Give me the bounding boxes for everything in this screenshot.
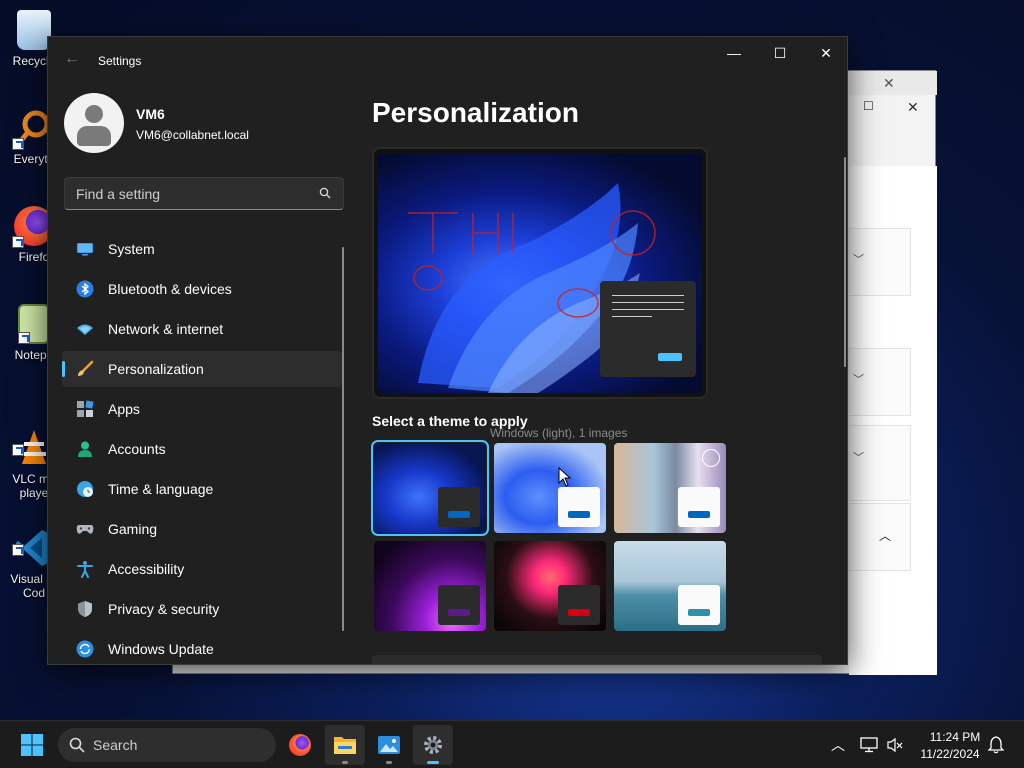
mouse-cursor-icon — [558, 467, 572, 487]
sidebar-item-accounts[interactable]: Accounts — [62, 431, 342, 467]
page-title: Personalization — [372, 97, 579, 128]
theme-tooltip: Windows (light), 1 images — [490, 426, 628, 440]
search-icon — [69, 737, 85, 753]
theme-tile-flow[interactable] — [614, 541, 726, 631]
gamepad-icon — [76, 525, 94, 534]
chevron-down-icon[interactable]: ﹀ — [853, 251, 864, 267]
theme-tile-windows-dark[interactable] — [371, 440, 489, 536]
photos-icon — [378, 736, 400, 754]
background-window-tab-close-icon[interactable]: ✕ — [883, 75, 895, 92]
more-settings-card[interactable] — [372, 655, 822, 664]
taskbar-photos[interactable] — [369, 725, 409, 765]
preview-window-mockup — [600, 281, 696, 377]
firefox-icon — [289, 734, 311, 756]
sidebar-item-gaming[interactable]: Gaming — [62, 511, 342, 547]
windows-start-icon[interactable] — [20, 733, 44, 757]
network-icon[interactable] — [860, 737, 878, 753]
chevron-up-icon[interactable]: ︿ — [879, 527, 891, 544]
sidebar-item-label: Time & language — [108, 481, 214, 497]
theme-preview — [372, 147, 708, 399]
sidebar-item-apps[interactable]: Apps — [62, 391, 342, 427]
shield-icon — [78, 601, 92, 617]
profile-name: VM6 — [136, 106, 165, 122]
bluetooth-icon — [76, 280, 94, 298]
recycle-bin-icon — [17, 10, 51, 50]
sidebar-scrollbar[interactable] — [342, 247, 344, 631]
sidebar-item-label: Privacy & security — [108, 601, 220, 617]
search-input[interactable]: Find a setting — [64, 177, 344, 210]
taskbar-settings[interactable] — [413, 725, 453, 765]
sidebar-item-label: Accessibility — [108, 561, 185, 577]
avatar[interactable] — [64, 93, 124, 153]
taskbar-firefox[interactable] — [280, 725, 320, 765]
maximize-button[interactable]: ☐ — [757, 37, 803, 69]
clock-time[interactable]: 11:24 PM — [928, 730, 982, 744]
sidebar-item-accessibility[interactable]: Accessibility — [62, 551, 342, 587]
app-title: Settings — [98, 54, 142, 68]
sidebar-nav: System Bluetooth & devices Network & int… — [62, 231, 342, 664]
close-button[interactable]: ✕ — [803, 37, 847, 69]
paintbrush-icon — [78, 360, 94, 376]
accounts-icon — [78, 441, 92, 457]
background-window-maximize-icon[interactable]: ☐ — [863, 99, 874, 113]
time-language-icon — [77, 481, 93, 497]
search-placeholder: Find a setting — [76, 186, 161, 202]
windows-update-icon — [76, 640, 94, 658]
back-arrow-icon[interactable]: ← — [64, 51, 80, 67]
slideshow-icon — [702, 449, 720, 467]
volume-muted-icon[interactable] — [886, 737, 904, 753]
theme-tile-windows-light[interactable] — [494, 443, 606, 533]
sidebar-item-label: System — [108, 241, 155, 257]
sidebar-item-label: Gaming — [108, 521, 158, 537]
preview-wallpaper — [378, 153, 702, 393]
sidebar-item-label: Bluetooth & devices — [108, 281, 232, 297]
sidebar-item-personalization[interactable]: Personalization — [62, 351, 342, 387]
background-window-close-icon[interactable]: ✕ — [907, 99, 919, 116]
sidebar-item-windows-update[interactable]: Windows Update — [62, 631, 342, 664]
sidebar-item-bluetooth[interactable]: Bluetooth & devices — [62, 271, 342, 307]
search-icon — [319, 187, 331, 199]
content-scrollbar[interactable] — [844, 157, 846, 367]
notepad-icon — [18, 304, 50, 344]
folder-icon — [334, 737, 356, 754]
taskbar: Search ︿ 11:24 PM 11/22/2024 — [0, 720, 1024, 768]
taskbar-file-explorer[interactable] — [325, 725, 365, 765]
minimize-button[interactable]: — — [711, 37, 757, 69]
wifi-icon — [77, 324, 93, 335]
sidebar-item-label: Personalization — [108, 361, 204, 377]
chevron-down-icon[interactable]: ﹀ — [853, 371, 864, 387]
sidebar-item-label: Network & internet — [108, 321, 224, 337]
sidebar-item-network[interactable]: Network & internet — [62, 311, 342, 347]
settings-titlebar[interactable]: ← Settings — ☐ ✕ — [48, 37, 847, 85]
theme-tile-glow[interactable] — [374, 541, 486, 631]
taskbar-search-label: Search — [93, 737, 138, 753]
sidebar-item-label: Windows Update — [108, 641, 214, 657]
desktop-icon-label: Firefo — [18, 250, 50, 264]
profile-email: VM6@collabnet.local — [136, 128, 249, 142]
clock-date[interactable]: 11/22/2024 — [918, 747, 982, 761]
chevron-down-icon[interactable]: ﹀ — [853, 449, 864, 465]
theme-tile-captured-motion[interactable] — [494, 541, 606, 631]
notification-bell-icon[interactable] — [988, 736, 1004, 754]
gear-icon — [424, 736, 442, 754]
accessibility-icon — [77, 561, 93, 578]
chevron-up-icon[interactable]: ︿ — [828, 735, 848, 755]
theme-tile-spotlight[interactable] — [614, 443, 726, 533]
sidebar-item-privacy[interactable]: Privacy & security — [62, 591, 342, 627]
settings-window[interactable]: ← Settings — ☐ ✕ VM6 VM6@collabnet.local… — [47, 36, 848, 665]
sidebar-item-time-language[interactable]: Time & language — [62, 471, 342, 507]
taskbar-search[interactable]: Search — [58, 728, 276, 762]
sidebar-item-label: Apps — [108, 401, 140, 417]
sidebar-item-system[interactable]: System — [62, 231, 342, 267]
apps-icon — [77, 400, 94, 417]
system-display-icon — [77, 243, 93, 256]
sidebar-item-label: Accounts — [108, 441, 166, 457]
